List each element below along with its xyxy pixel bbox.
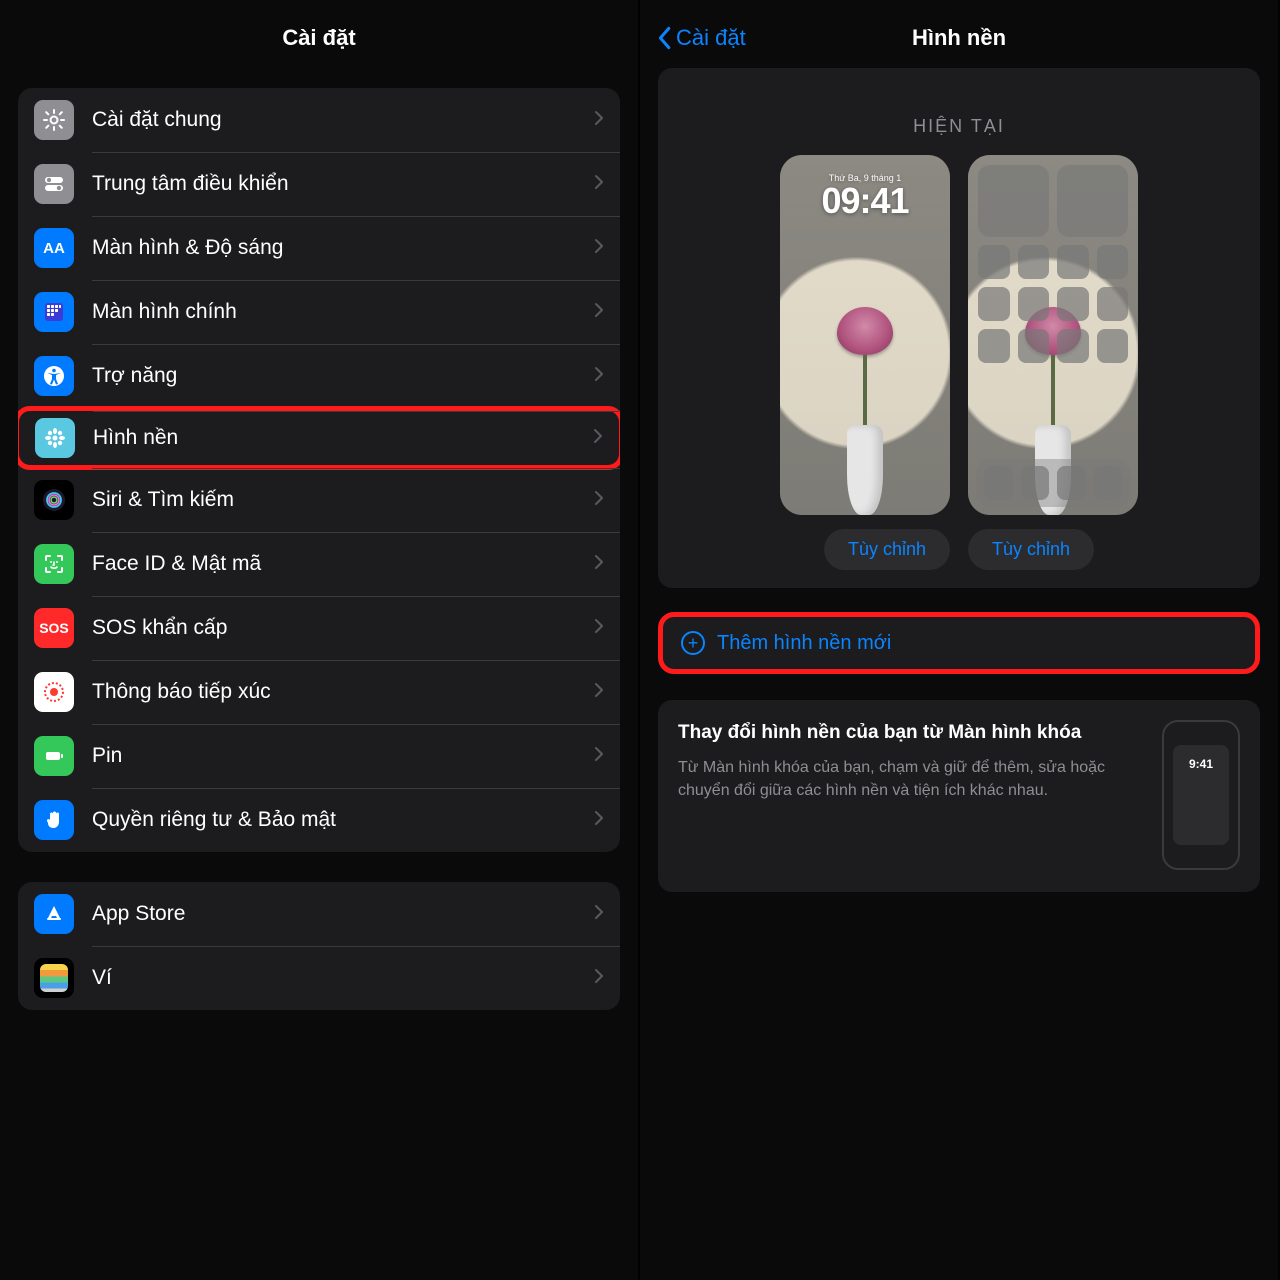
homescreen-preview[interactable]: [968, 155, 1138, 515]
appstore-icon: [34, 894, 74, 934]
settings-scroll[interactable]: Cài đặt chung Trung tâm điều khiển AA Màn h…: [0, 88, 638, 1010]
row-label: Face ID & Mật mã: [92, 552, 594, 576]
chevron-right-icon: [594, 110, 604, 131]
chevron-right-icon: [594, 682, 604, 703]
tip-title: Thay đổi hình nền của bạn từ Màn hình kh…: [678, 720, 1144, 746]
chevron-right-icon: [594, 968, 604, 989]
nav-bar: Cài đặt Hình nền: [640, 8, 1278, 68]
lockscreen-preview[interactable]: Thứ Ba, 9 tháng 1 09:41: [780, 155, 950, 515]
AA-icon: AA: [34, 228, 74, 268]
hand-icon: [34, 800, 74, 840]
wallpaper-panel: Cài đặt Hình nền HIỆN TẠI Thứ Ba, 9 thán…: [640, 0, 1280, 1280]
switches-icon: [34, 164, 74, 204]
row-label: Màn hình & Độ sáng: [92, 236, 594, 260]
tip-phone-illustration: 9:41: [1162, 720, 1240, 870]
back-button[interactable]: Cài đặt: [656, 25, 746, 51]
settings-row-faceid[interactable]: Face ID & Mật mã: [18, 532, 620, 596]
settings-row-exposure[interactable]: Thông báo tiếp xúc: [18, 660, 620, 724]
page-title: Hình nền: [912, 25, 1006, 51]
nav-bar: Cài đặt: [0, 8, 638, 68]
wallpaper-scroll[interactable]: HIỆN TẠI Thứ Ba, 9 tháng 1 09:41: [640, 68, 1278, 892]
row-label: Pin: [92, 744, 594, 768]
row-label: Màn hình chính: [92, 300, 594, 324]
chevron-right-icon: [594, 810, 604, 831]
settings-row-hand[interactable]: Quyền riêng tư & Bảo mật: [18, 788, 620, 852]
chevron-right-icon: [594, 904, 604, 925]
chevron-right-icon: [594, 618, 604, 639]
exposure-icon: [34, 672, 74, 712]
battery-icon: [34, 736, 74, 776]
settings-row-flower[interactable]: Hình nền: [18, 406, 620, 470]
settings-row-accessibility[interactable]: Trợ năng: [18, 344, 620, 408]
flower-icon: [35, 418, 75, 458]
chevron-right-icon: [594, 174, 604, 195]
page-title: Cài đặt: [282, 25, 355, 51]
chevron-right-icon: [594, 490, 604, 511]
settings-row-SOS[interactable]: SOS SOS khẩn cấp: [18, 596, 620, 660]
wallet-icon: [34, 958, 74, 998]
row-label: Ví: [92, 966, 594, 990]
settings-row-battery[interactable]: Pin: [18, 724, 620, 788]
apps-icon: [34, 292, 74, 332]
svg-text:AA: AA: [43, 240, 65, 257]
faceid-icon: [34, 544, 74, 584]
current-wallpaper-card: HIỆN TẠI Thứ Ba, 9 tháng 1 09:41: [658, 68, 1260, 588]
chevron-right-icon: [594, 238, 604, 259]
accessibility-icon: [34, 356, 74, 396]
row-label: Quyền riêng tư & Bảo mật: [92, 808, 594, 832]
row-label: Thông báo tiếp xúc: [92, 680, 594, 704]
row-label: SOS khẩn cấp: [92, 616, 594, 640]
tip-card: Thay đổi hình nền của bạn từ Màn hình kh…: [658, 700, 1260, 892]
add-new-wallpaper-button[interactable]: + Thêm hình nền mới: [658, 612, 1260, 674]
back-label: Cài đặt: [676, 25, 746, 51]
row-label: Trung tâm điều khiển: [92, 172, 594, 196]
settings-panel: Cài đặt Cài đặt chung Trung tâm điều khiể…: [0, 0, 640, 1280]
settings-row-switches[interactable]: Trung tâm điều khiển: [18, 152, 620, 216]
settings-row-apps[interactable]: Màn hình chính: [18, 280, 620, 344]
customize-home-button[interactable]: Tùy chỉnh: [968, 529, 1094, 570]
lockscreen-clock: Thứ Ba, 9 tháng 1 09:41: [780, 173, 950, 219]
customize-buttons-row: Tùy chỉnh Tùy chỉnh: [676, 529, 1242, 570]
settings-group: Cài đặt chung Trung tâm điều khiển AA Màn h…: [18, 88, 620, 852]
chevron-left-icon: [656, 26, 672, 50]
section-header: HIỆN TẠI: [676, 116, 1242, 137]
settings-row-wallet[interactable]: Ví: [18, 946, 620, 1010]
customize-lock-button[interactable]: Tùy chỉnh: [824, 529, 950, 570]
SOS-icon: SOS: [34, 608, 74, 648]
settings-row-siri[interactable]: Siri & Tìm kiếm: [18, 468, 620, 532]
tip-body: Từ Màn hình khóa của bạn, chạm và giữ để…: [678, 756, 1144, 802]
chevron-right-icon: [594, 366, 604, 387]
row-label: Hình nền: [93, 426, 593, 450]
row-label: Cài đặt chung: [92, 108, 594, 132]
settings-group: App Store Ví: [18, 882, 620, 1010]
plus-circle-icon: +: [681, 631, 705, 655]
add-new-label: Thêm hình nền mới: [717, 632, 891, 655]
settings-row-appstore[interactable]: App Store: [18, 882, 620, 946]
settings-row-gear[interactable]: Cài đặt chung: [18, 88, 620, 152]
row-label: Trợ năng: [92, 364, 594, 388]
row-label: App Store: [92, 902, 594, 926]
chevron-right-icon: [594, 746, 604, 767]
settings-row-AA[interactable]: AA Màn hình & Độ sáng: [18, 216, 620, 280]
siri-icon: [34, 480, 74, 520]
row-label: Siri & Tìm kiếm: [92, 488, 594, 512]
chevron-right-icon: [593, 428, 603, 449]
wallpaper-previews: Thứ Ba, 9 tháng 1 09:41: [676, 155, 1242, 515]
chevron-right-icon: [594, 302, 604, 323]
chevron-right-icon: [594, 554, 604, 575]
gear-icon: [34, 100, 74, 140]
